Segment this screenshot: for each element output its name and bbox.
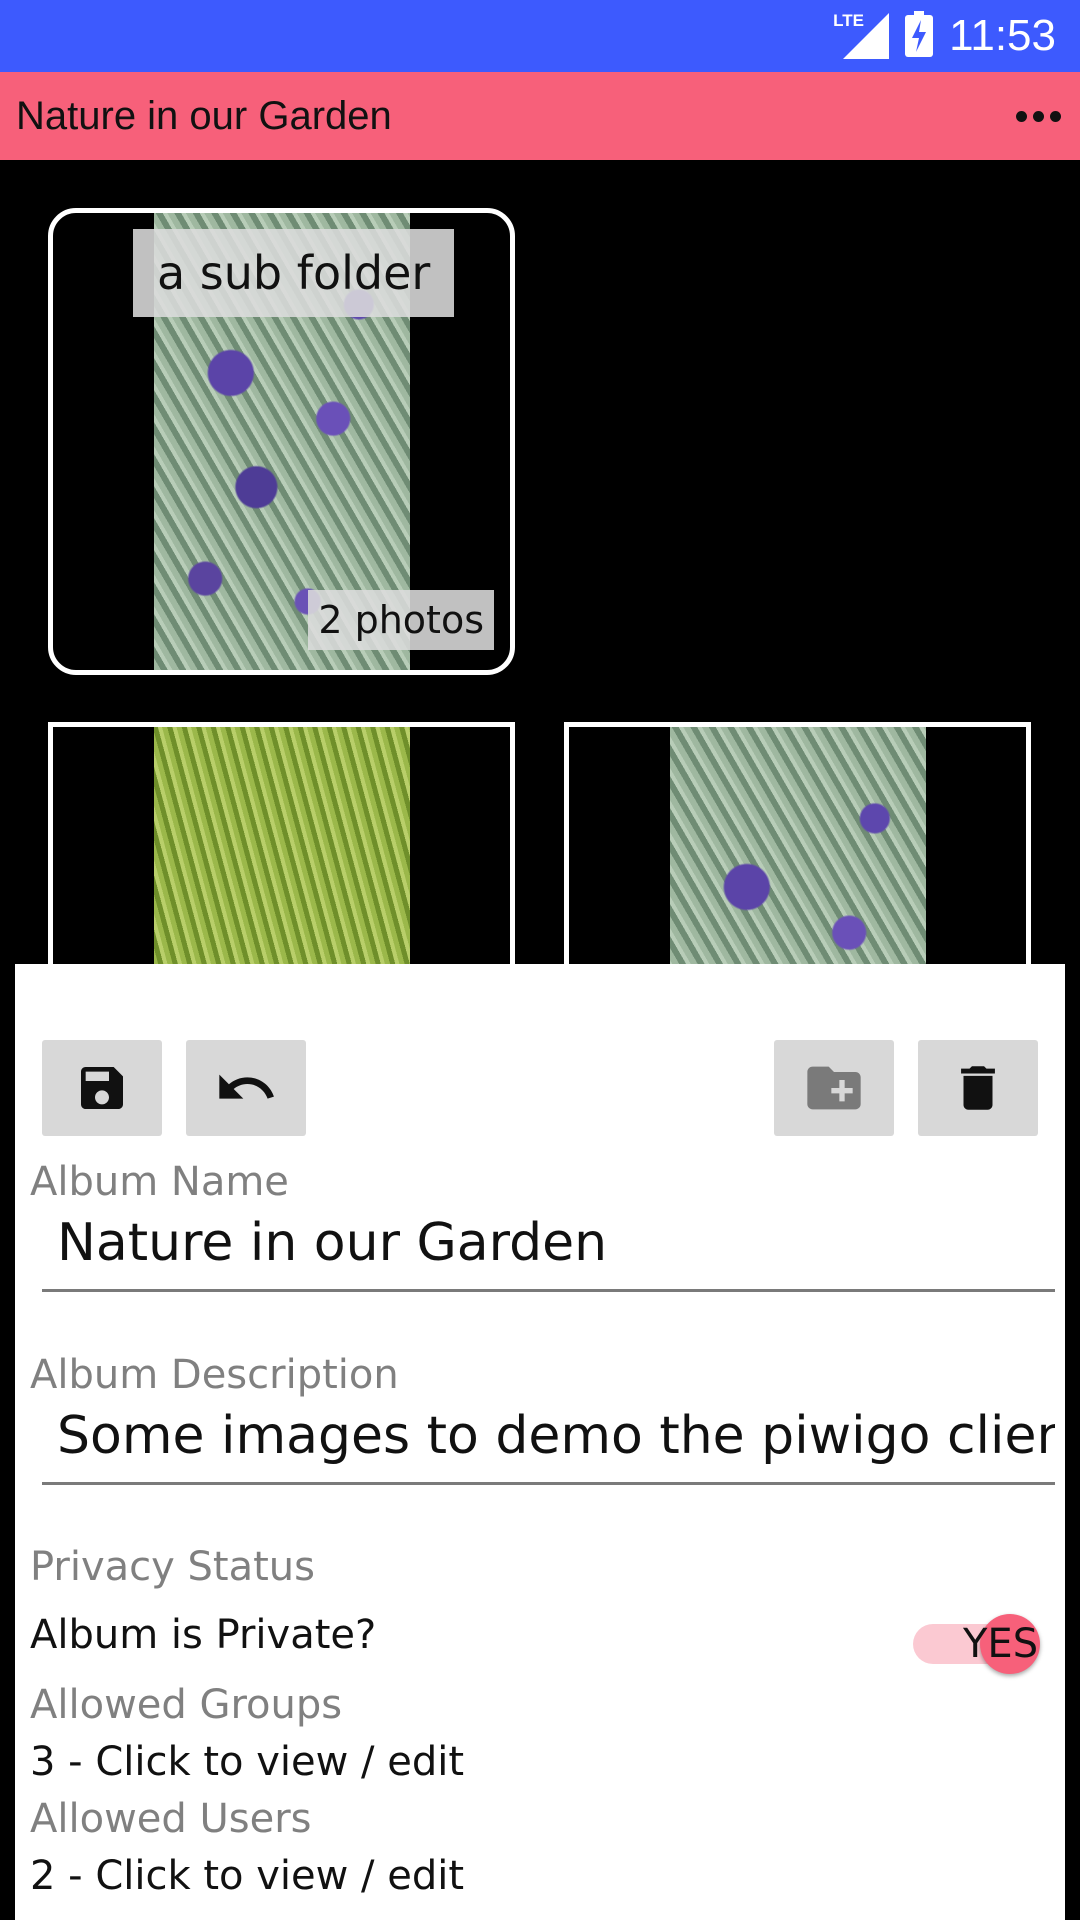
create-new-folder-icon (807, 1066, 861, 1110)
allowed-users-label: Allowed Users (30, 1796, 312, 1842)
toolbar-title: Nature in our Garden (16, 94, 392, 138)
status-clock: 11:53 (949, 11, 1056, 60)
status-icons: LTE 11:53 (833, 0, 1056, 72)
allowed-users-link[interactable]: 2 - Click to view / edit (30, 1853, 464, 1899)
private-question-label: Album is Private? (30, 1612, 377, 1658)
add-folder-button[interactable] (774, 1040, 894, 1136)
private-toggle[interactable]: YES (913, 1614, 1053, 1674)
album-description-label: Album Description (30, 1352, 399, 1398)
album-name-label: Album Name (30, 1159, 289, 1205)
save-icon (81, 1067, 123, 1109)
album-name-input[interactable] (42, 1200, 1055, 1286)
album-edit-sheet: Album Name Album Description Privacy Sta… (15, 964, 1065, 1920)
menu-dot (1049, 110, 1061, 122)
subfolder-tile[interactable]: a sub folder 2 photos (48, 208, 515, 675)
privacy-status-label: Privacy Status (30, 1544, 315, 1590)
battery-charging-icon (905, 11, 934, 61)
folder-photo-count: 2 photos (308, 590, 494, 650)
undo-icon (219, 1074, 274, 1099)
menu-dot (1015, 110, 1027, 122)
allowed-groups-label: Allowed Groups (30, 1682, 343, 1728)
save-button[interactable] (42, 1040, 162, 1136)
trash-icon (961, 1066, 995, 1110)
undo-button[interactable] (186, 1040, 306, 1136)
album-description-input[interactable] (42, 1393, 1055, 1479)
album-name-field-wrap (42, 1200, 1055, 1292)
app-toolbar: Nature in our Garden (0, 72, 1080, 160)
menu-dot (1032, 110, 1044, 122)
album-description-field-wrap (42, 1393, 1055, 1485)
folder-name-label: a sub folder (133, 229, 455, 317)
status-bar: LTE 11:53 (0, 0, 1080, 72)
more-dots-icon[interactable] (1008, 86, 1068, 146)
lte-signal-icon: LTE (833, 11, 890, 59)
delete-button[interactable] (918, 1040, 1038, 1136)
toggle-state-label: YES (963, 1621, 1039, 1667)
allowed-groups-link[interactable]: 3 - Click to view / edit (30, 1739, 464, 1785)
